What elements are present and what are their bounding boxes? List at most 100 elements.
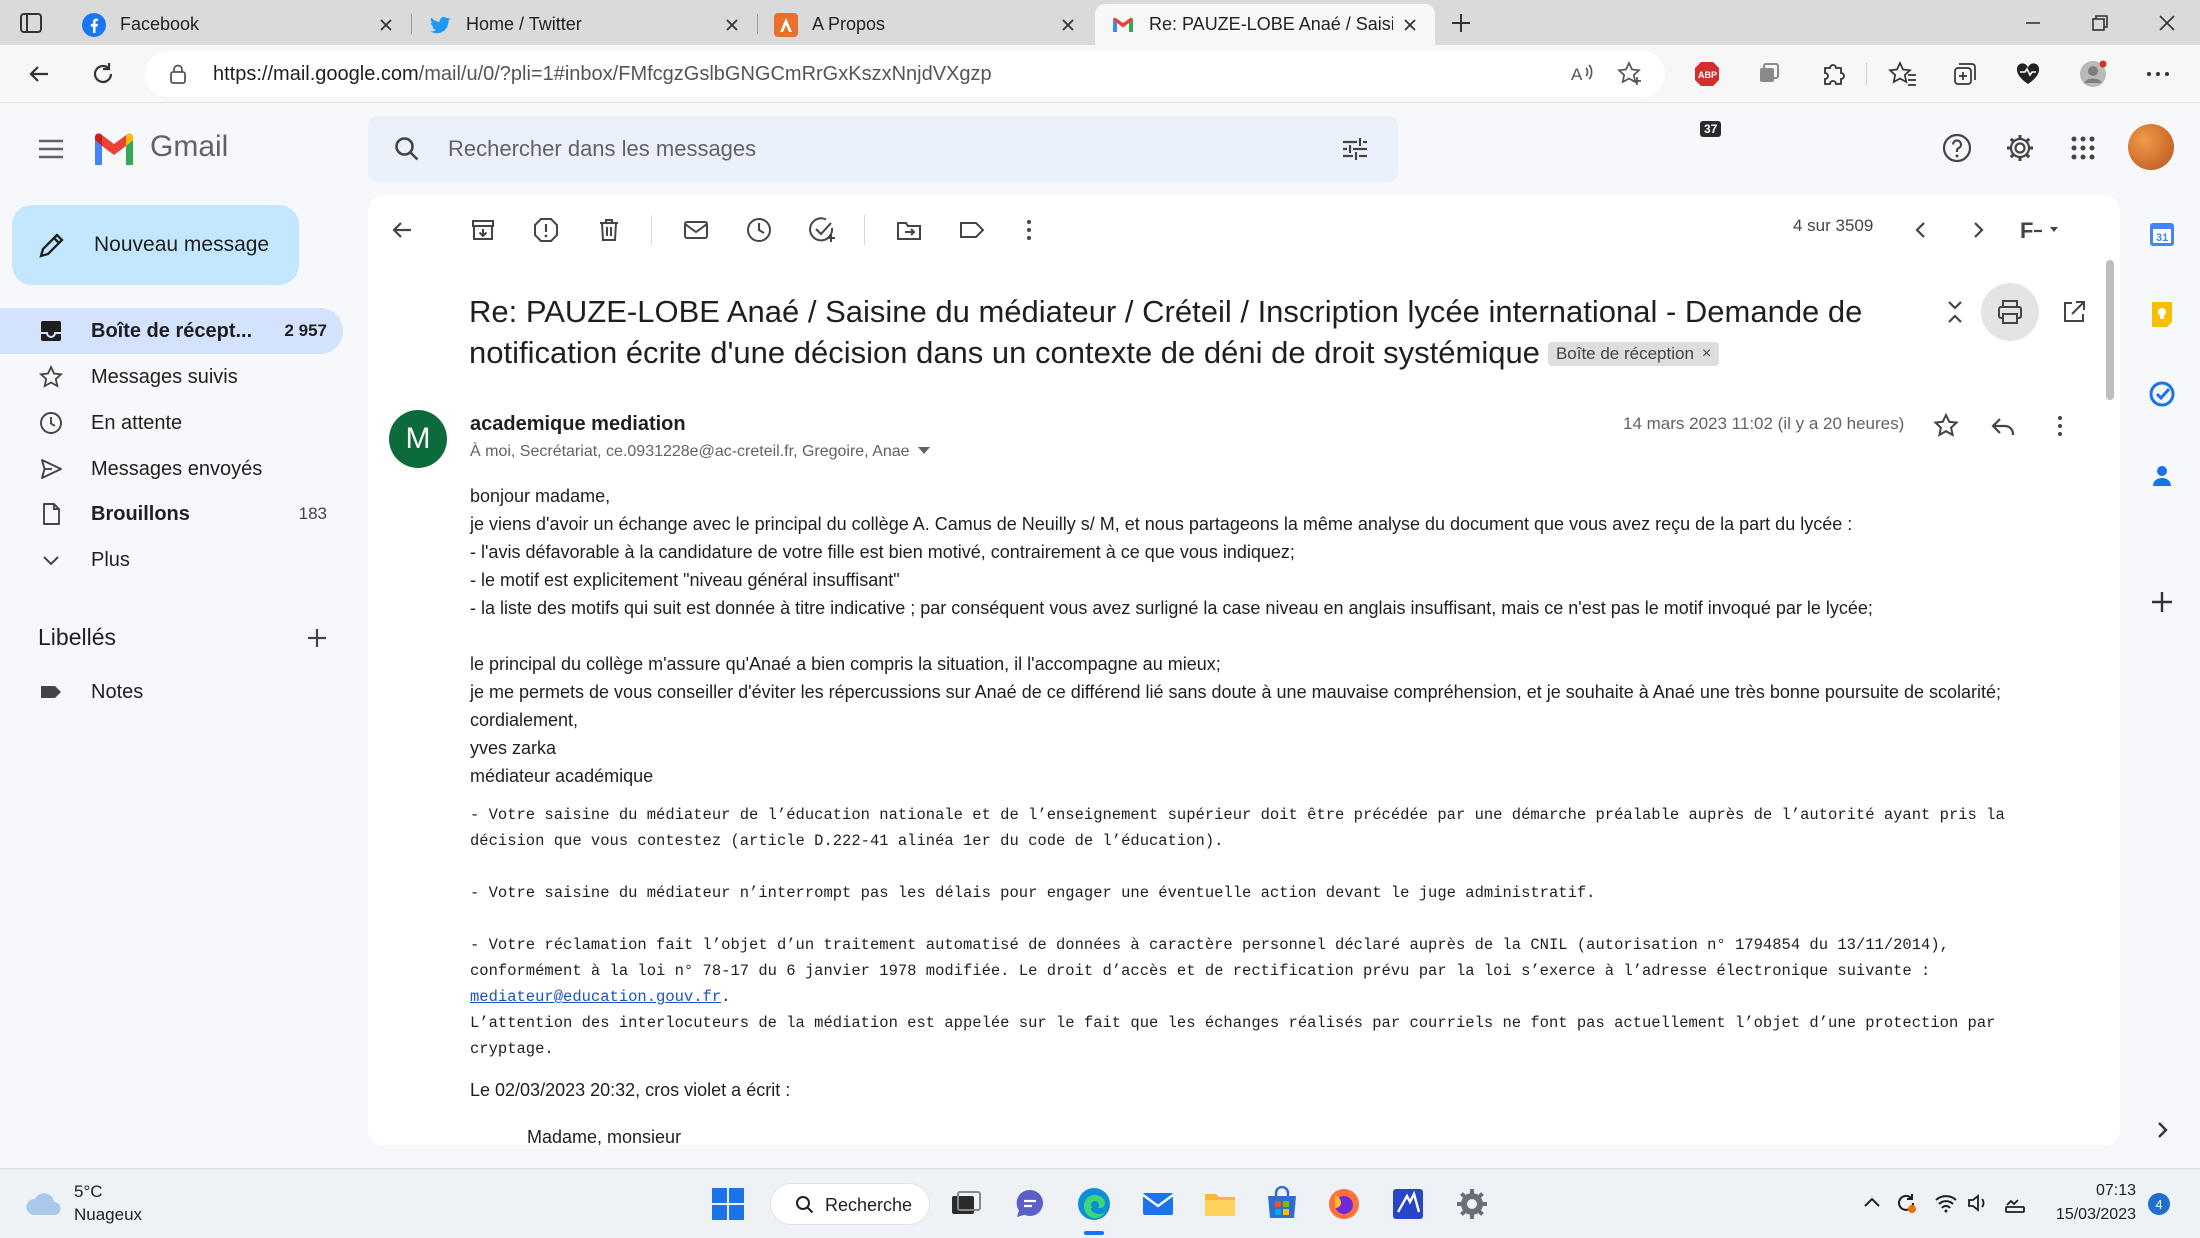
add-label-icon[interactable] — [303, 624, 331, 652]
extensions-puzzle-icon[interactable] — [1818, 59, 1848, 89]
close-tab-icon[interactable] — [723, 16, 741, 34]
collapse-all-icon[interactable] — [1940, 297, 1970, 327]
adblock-extension-icon[interactable]: ABP — [1692, 59, 1722, 89]
compose-button[interactable]: Nouveau message — [12, 205, 299, 285]
print-all-button[interactable] — [1981, 283, 2039, 341]
apps-grid-icon[interactable] — [2067, 132, 2099, 164]
move-to-icon[interactable] — [894, 215, 924, 245]
tasks-icon[interactable] — [2148, 380, 2176, 408]
lock-icon[interactable] — [167, 63, 189, 85]
inbox-label-chip[interactable]: Boîte de réception × — [1547, 342, 1720, 366]
more-actions-icon[interactable] — [1014, 215, 1044, 245]
url-field[interactable]: https://mail.google.com/mail/u/0/?pli=1#… — [145, 51, 1665, 97]
sync-icon[interactable] — [1894, 1191, 1918, 1215]
sidebar-item-sent[interactable]: Messages envoyés — [0, 446, 343, 492]
sidebar-item-drafts[interactable]: Brouillons 183 — [0, 491, 343, 537]
settings-app-icon[interactable] — [1454, 1186, 1490, 1222]
browser-tab-twitter[interactable]: Home / Twitter — [412, 4, 757, 45]
teams-chat-icon[interactable] — [1012, 1186, 1048, 1222]
volume-icon[interactable] — [1966, 1191, 1990, 1215]
older-message-icon[interactable] — [1963, 215, 1993, 245]
browser-essentials-icon[interactable] — [2013, 59, 2043, 89]
toolbar-divider — [864, 215, 865, 245]
back-to-inbox-icon[interactable] — [387, 215, 417, 245]
recipients-line[interactable]: À moi, Secrétariat, ce.0931228e@ac-crete… — [470, 443, 930, 461]
edge-browser-icon[interactable] — [1076, 1186, 1112, 1222]
wifi-icon[interactable] — [1934, 1191, 1958, 1215]
profile-icon[interactable] — [2078, 59, 2108, 89]
file-explorer-icon[interactable] — [1202, 1186, 1238, 1222]
archive-icon[interactable] — [468, 215, 498, 245]
new-tab-icon[interactable] — [1448, 10, 1474, 36]
reload-icon[interactable] — [88, 59, 118, 89]
taskbar-search-button[interactable]: Recherche — [770, 1183, 930, 1225]
battery-plug-icon[interactable] — [2003, 1191, 2027, 1215]
sidebar-item-starred[interactable]: Messages suivis — [0, 354, 343, 400]
open-in-new-window-icon[interactable] — [2059, 297, 2089, 327]
browser-tab-gmail[interactable]: Re: PAUZE-LOBE Anaé / Saisine du — [1095, 4, 1435, 45]
calendar-icon[interactable]: 31 — [2148, 220, 2176, 248]
star-message-icon[interactable] — [1931, 411, 1961, 441]
help-icon[interactable] — [1941, 132, 1973, 164]
show-details-icon[interactable] — [917, 447, 930, 454]
visual-studio-icon[interactable] — [1390, 1186, 1426, 1222]
contacts-icon[interactable] — [2148, 462, 2176, 490]
sidebar-item-inbox[interactable]: Boîte de récept... 2 957 — [0, 308, 343, 354]
add-to-tasks-icon[interactable] — [807, 215, 837, 245]
labels-icon[interactable] — [957, 215, 987, 245]
collections-extension-icon[interactable] — [1754, 59, 1784, 89]
cloud-icon[interactable] — [24, 1189, 64, 1219]
sidebar-item-more[interactable]: Plus — [0, 537, 343, 583]
get-addons-icon[interactable] — [2148, 588, 2176, 616]
delete-icon[interactable] — [594, 215, 624, 245]
minimize-window-icon[interactable] — [2020, 10, 2046, 36]
tab-actions-icon[interactable] — [18, 10, 44, 36]
search-input[interactable] — [448, 129, 1288, 169]
sidebar-item-snoozed[interactable]: En attente — [0, 400, 343, 446]
snooze-icon[interactable] — [744, 215, 774, 245]
message-more-icon[interactable] — [2045, 411, 2075, 441]
close-tab-icon[interactable] — [377, 16, 395, 34]
sender-name[interactable]: academique mediation — [470, 413, 686, 436]
report-spam-icon[interactable] — [531, 215, 561, 245]
account-avatar[interactable] — [2128, 124, 2174, 170]
url-text: https://mail.google.com/mail/u/0/?pli=1#… — [213, 63, 992, 85]
clock-date[interactable]: 15/03/2023 — [2048, 1206, 2136, 1224]
mediator-email-link[interactable]: mediateur@education.gouv.fr — [470, 988, 721, 1006]
input-tools-icon[interactable]: F — [2018, 215, 2066, 245]
firefox-icon[interactable] — [1326, 1186, 1362, 1222]
mail-app-icon[interactable] — [1140, 1186, 1176, 1222]
search-icon[interactable] — [392, 134, 422, 164]
mark-unread-icon[interactable] — [681, 215, 711, 245]
settings-gear-icon[interactable] — [2004, 132, 2036, 164]
notification-count-badge[interactable]: 4 — [2148, 1193, 2170, 1215]
main-menu-icon[interactable] — [36, 134, 66, 164]
search-options-icon[interactable] — [1340, 134, 1370, 164]
microsoft-store-icon[interactable] — [1264, 1186, 1300, 1222]
browser-tab-apropos[interactable]: A Propos — [758, 4, 1093, 45]
clock-time[interactable]: 07:13 — [2080, 1182, 2136, 1200]
reply-icon[interactable] — [1988, 411, 2018, 441]
more-options-icon[interactable] — [2143, 59, 2173, 89]
scrollbar-thumb[interactable] — [2106, 260, 2114, 400]
newer-message-icon[interactable] — [1906, 215, 1936, 245]
close-window-icon[interactable] — [2154, 10, 2180, 36]
sidebar-item-label-notes[interactable]: Notes — [0, 669, 343, 715]
remove-label-icon[interactable]: × — [1702, 343, 1711, 365]
gmail-logo-icon[interactable] — [92, 131, 136, 165]
show-hidden-icons-icon[interactable] — [1860, 1191, 1884, 1215]
add-favorite-icon[interactable] — [1615, 59, 1645, 89]
read-aloud-icon[interactable]: A — [1567, 59, 1597, 89]
task-view-icon[interactable] — [948, 1186, 984, 1222]
back-icon[interactable] — [24, 59, 54, 89]
favorites-icon[interactable] — [1888, 59, 1918, 89]
windows-start-icon[interactable] — [710, 1186, 746, 1222]
show-side-panel-icon[interactable] — [2148, 1116, 2176, 1144]
keep-icon[interactable] — [2148, 300, 2176, 328]
restore-window-icon[interactable] — [2087, 10, 2113, 36]
collections-icon[interactable] — [1950, 59, 1980, 89]
close-tab-icon[interactable] — [1401, 16, 1419, 34]
browser-tab-facebook[interactable]: Facebook — [66, 4, 411, 45]
close-tab-icon[interactable] — [1059, 16, 1077, 34]
sender-avatar[interactable]: M — [389, 410, 447, 468]
